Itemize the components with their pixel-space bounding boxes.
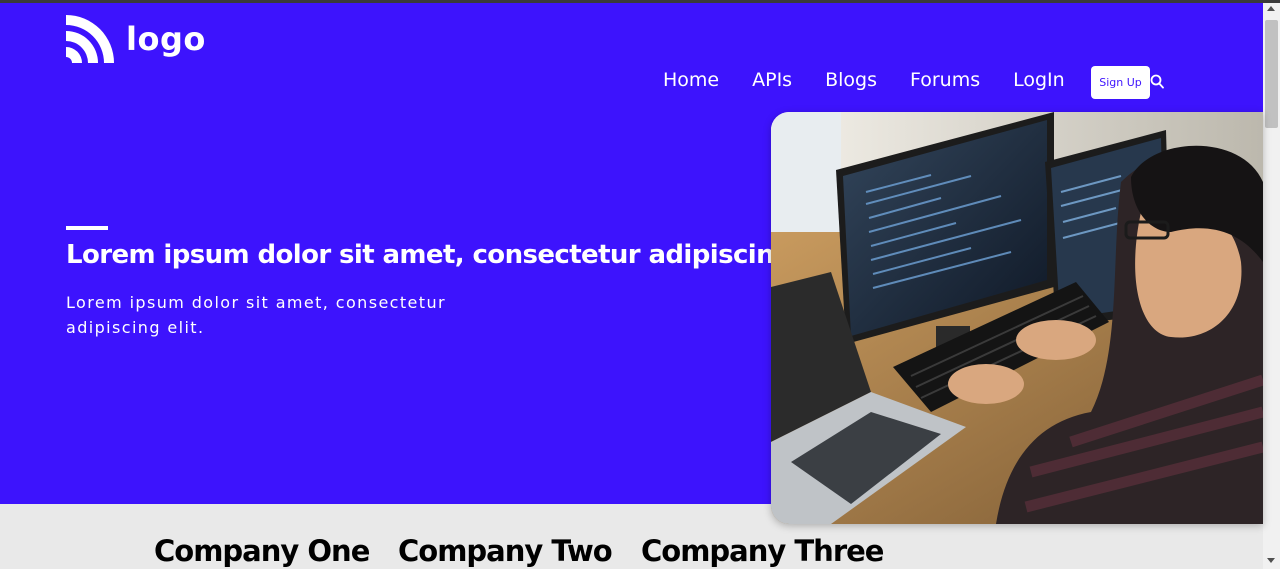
company-logo-three: Company Three — [641, 534, 884, 568]
hero-title: Lorem ipsum dolor sit amet, consectetur … — [66, 240, 793, 270]
main-nav: Home APIs Blogs Forums LogIn — [663, 63, 1065, 97]
company-logo-two: Company Two — [398, 534, 613, 568]
nav-apis[interactable]: APIs — [752, 69, 792, 91]
nav-login[interactable]: LogIn — [1013, 69, 1065, 91]
nav-blogs[interactable]: Blogs — [825, 69, 877, 91]
rss-wifi-icon — [66, 15, 114, 63]
scrollbar-thumb[interactable] — [1265, 20, 1278, 128]
signup-button[interactable]: Sign Up — [1091, 66, 1150, 99]
browser-top-border — [0, 0, 1280, 3]
scroll-up-arrow-icon[interactable] — [1267, 6, 1275, 11]
scroll-down-arrow-icon[interactable] — [1267, 558, 1275, 563]
company-logo-one: Company One — [154, 534, 370, 568]
nav-home[interactable]: Home — [663, 69, 719, 91]
developer-at-computers-photo — [771, 112, 1263, 524]
hero-subtitle: Lorem ipsum dolor sit amet, consectetur … — [66, 293, 446, 337]
hero-accent-rule — [66, 226, 108, 230]
logo-text: logo — [126, 20, 206, 58]
search-icon[interactable] — [1150, 74, 1164, 90]
nav-forums[interactable]: Forums — [910, 69, 980, 91]
logo[interactable]: logo — [66, 14, 206, 64]
